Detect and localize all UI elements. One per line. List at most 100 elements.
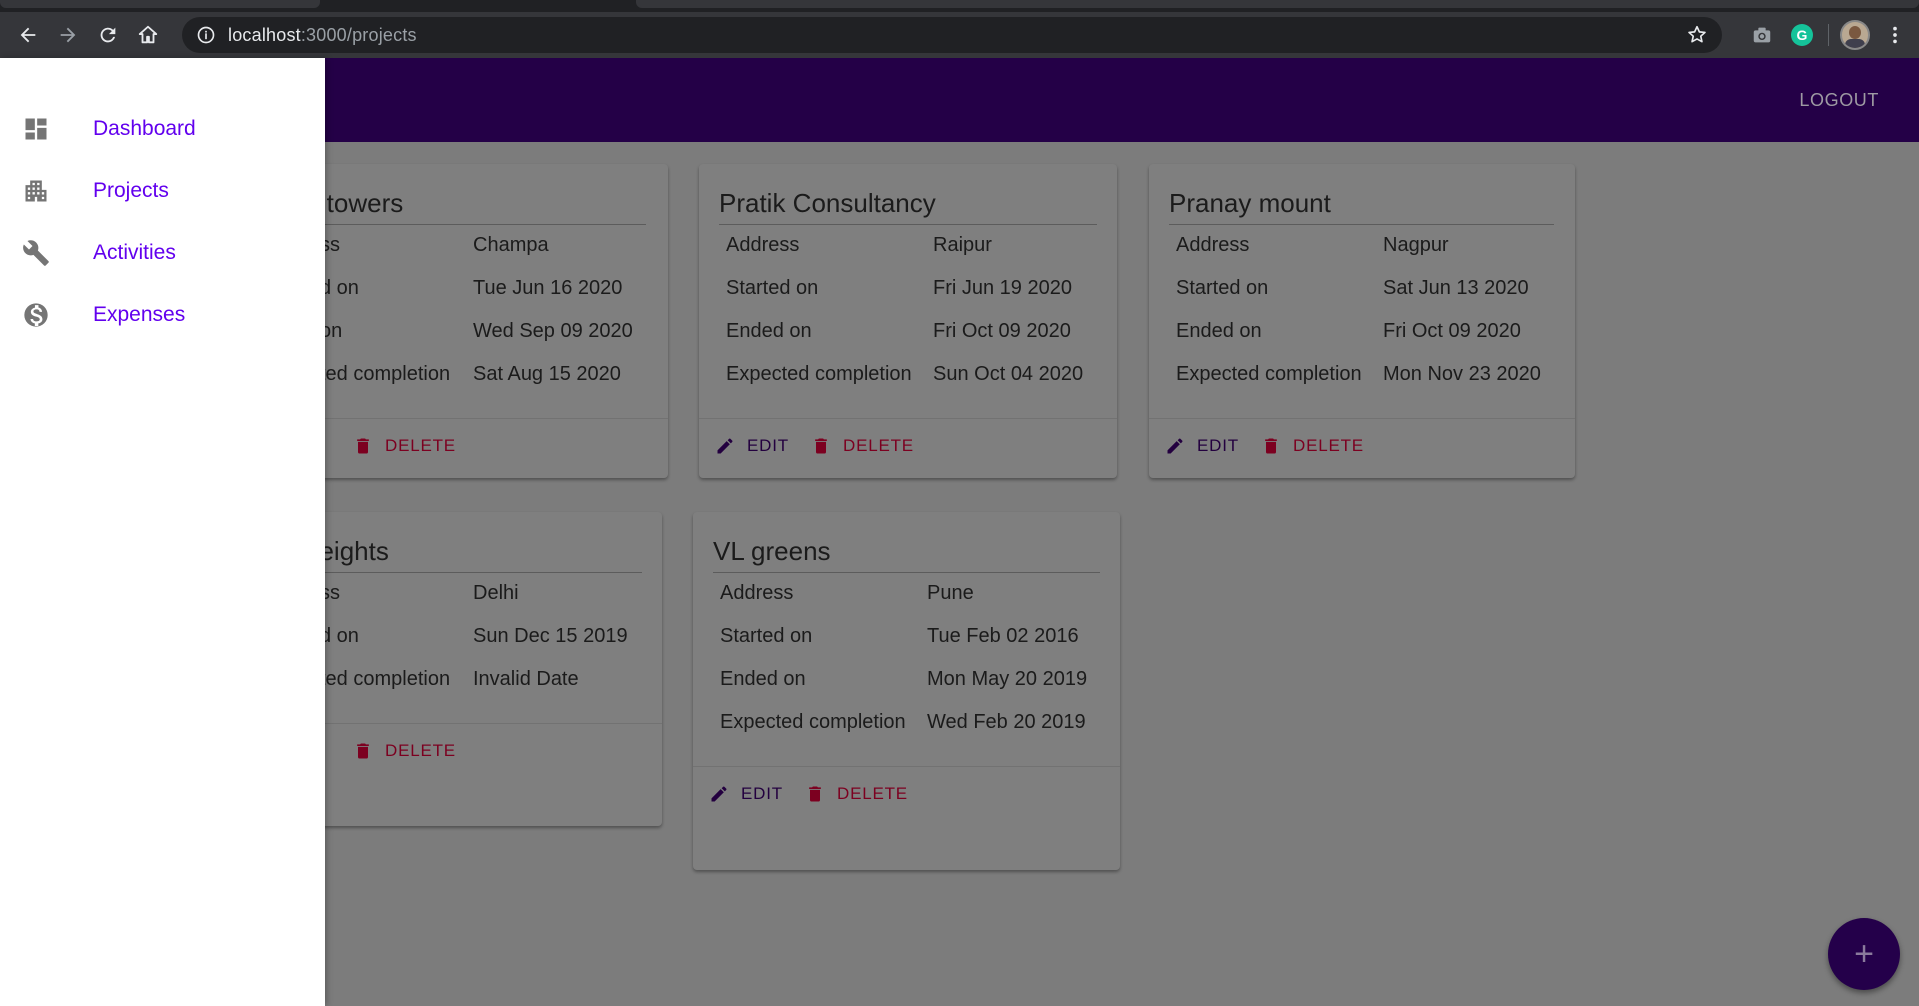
trash-icon (357, 743, 369, 759)
actions-divider (1149, 418, 1575, 419)
delete-button[interactable]: DELETE (353, 741, 456, 761)
nav-label: Activities (93, 241, 176, 264)
row-label: Expected completion (720, 711, 906, 733)
row-value: Champa (473, 234, 549, 256)
edit-label: EDIT (747, 436, 789, 455)
row-label: d on (320, 277, 359, 299)
project-title: Pranay mount (1169, 188, 1331, 218)
home-icon[interactable] (128, 15, 168, 55)
plus-icon: + (1854, 935, 1874, 973)
forward-icon[interactable] (48, 15, 88, 55)
delete-button[interactable]: DELETE (1261, 436, 1364, 456)
actions-divider (693, 766, 1120, 767)
pencil-icon (1167, 438, 1183, 454)
row-value: Fri Oct 09 2020 (1383, 320, 1521, 342)
title-divider (305, 224, 646, 225)
row-label: Address (720, 582, 794, 604)
edit-button[interactable]: EDIT (715, 436, 789, 456)
wrench-icon (23, 240, 49, 266)
delete-label: DELETE (837, 784, 908, 803)
back-icon[interactable] (8, 15, 48, 55)
browser-menu-icon[interactable] (1875, 15, 1915, 55)
camera-extension-icon[interactable] (1742, 15, 1782, 55)
row-value: Tue Jun 16 2020 (473, 277, 623, 299)
nav-label: Projects (93, 179, 169, 202)
nav-item-projects[interactable]: Projects (0, 161, 325, 221)
row-value: Fri Jun 19 2020 (933, 277, 1072, 299)
row-value: Sun Dec 15 2019 (473, 625, 628, 647)
logout-button[interactable]: LOGOUT (1799, 90, 1879, 111)
delete-button[interactable]: DELETE (805, 784, 908, 804)
edit-button[interactable]: EDIT (709, 784, 783, 804)
apartment-icon (25, 180, 47, 202)
edit-label: EDIT (741, 784, 783, 803)
browser-tab[interactable] (0, 0, 320, 8)
browser-toolbar: localhost:3000/projects G (0, 12, 1919, 58)
project-title: Pratik Consultancy (719, 188, 936, 218)
row-value: Fri Oct 09 2020 (933, 320, 1071, 342)
url-text: localhost:3000/projects (228, 25, 417, 46)
nav-label: Expenses (93, 303, 186, 326)
row-value: Nagpur (1383, 234, 1449, 256)
edit-label: EDIT (1197, 436, 1239, 455)
nav-item-expenses[interactable]: Expenses (0, 285, 325, 345)
project-card: Pratik Consultancy Address Raipur Starte… (699, 164, 1117, 478)
url-host: localhost (228, 24, 301, 45)
reload-icon[interactable] (88, 15, 128, 55)
row-value: Invalid Date (473, 668, 579, 690)
row-label: Started on (726, 277, 819, 299)
url-path: :3000/projects (300, 24, 417, 45)
title-divider (1169, 224, 1554, 225)
profile-avatar[interactable] (1835, 15, 1875, 55)
pencil-icon (711, 786, 727, 802)
nav-item-activities[interactable]: Activities (0, 223, 325, 283)
row-label: d on (320, 625, 359, 647)
browser-tab[interactable] (636, 0, 1919, 8)
row-label: Ended on (1176, 320, 1262, 342)
project-card: VL greens Address Pune Started on Tue Fe… (693, 512, 1120, 870)
delete-label: DELETE (385, 436, 456, 455)
row-label: ted completion (320, 668, 451, 690)
toolbar-separator (1828, 24, 1829, 46)
row-value: Sat Aug 15 2020 (473, 363, 621, 385)
delete-button[interactable]: DELETE (353, 436, 456, 456)
title-divider (305, 572, 642, 573)
grammarly-extension-icon[interactable]: G (1782, 15, 1822, 55)
row-label: Started on (1176, 277, 1269, 299)
row-label: Address (1176, 234, 1250, 256)
title-divider (713, 572, 1100, 573)
pencil-icon (717, 438, 733, 454)
row-value: Delhi (473, 582, 519, 604)
edit-button[interactable]: EDIT (1165, 436, 1239, 456)
project-card: Pranay mount Address Nagpur Started on S… (1149, 164, 1575, 478)
delete-label: DELETE (385, 741, 456, 760)
bookmark-star-icon[interactable] (1686, 24, 1708, 46)
delete-label: DELETE (1293, 436, 1364, 455)
project-title: VL greens (713, 536, 831, 566)
dashboard-icon (25, 118, 47, 140)
row-value: Pune (927, 582, 974, 604)
row-label: Address (726, 234, 800, 256)
address-bar[interactable]: localhost:3000/projects (182, 17, 1722, 53)
delete-button[interactable]: DELETE (811, 436, 914, 456)
trash-icon (815, 438, 827, 454)
actions-divider (699, 418, 1117, 419)
trash-icon (1265, 438, 1277, 454)
row-label: Ended on (720, 668, 806, 690)
trash-icon (809, 786, 821, 802)
info-icon[interactable] (196, 25, 216, 45)
row-label: Started on (720, 625, 813, 647)
nav-item-dashboard[interactable]: Dashboard (0, 99, 325, 159)
row-value: Wed Sep 09 2020 (473, 320, 633, 342)
title-divider (719, 224, 1097, 225)
row-value: Sun Oct 04 2020 (933, 363, 1084, 385)
row-label: Expected completion (1176, 363, 1362, 385)
row-label: Ended on (726, 320, 812, 342)
row-value: Raipur (933, 234, 992, 256)
nav-label: Dashboard (93, 117, 196, 140)
browser-tabstrip (0, 0, 1919, 12)
row-label: Expected completion (726, 363, 912, 385)
add-project-button[interactable]: + (1828, 918, 1900, 990)
row-value: Wed Feb 20 2019 (927, 711, 1086, 733)
dollar-icon (24, 303, 48, 327)
